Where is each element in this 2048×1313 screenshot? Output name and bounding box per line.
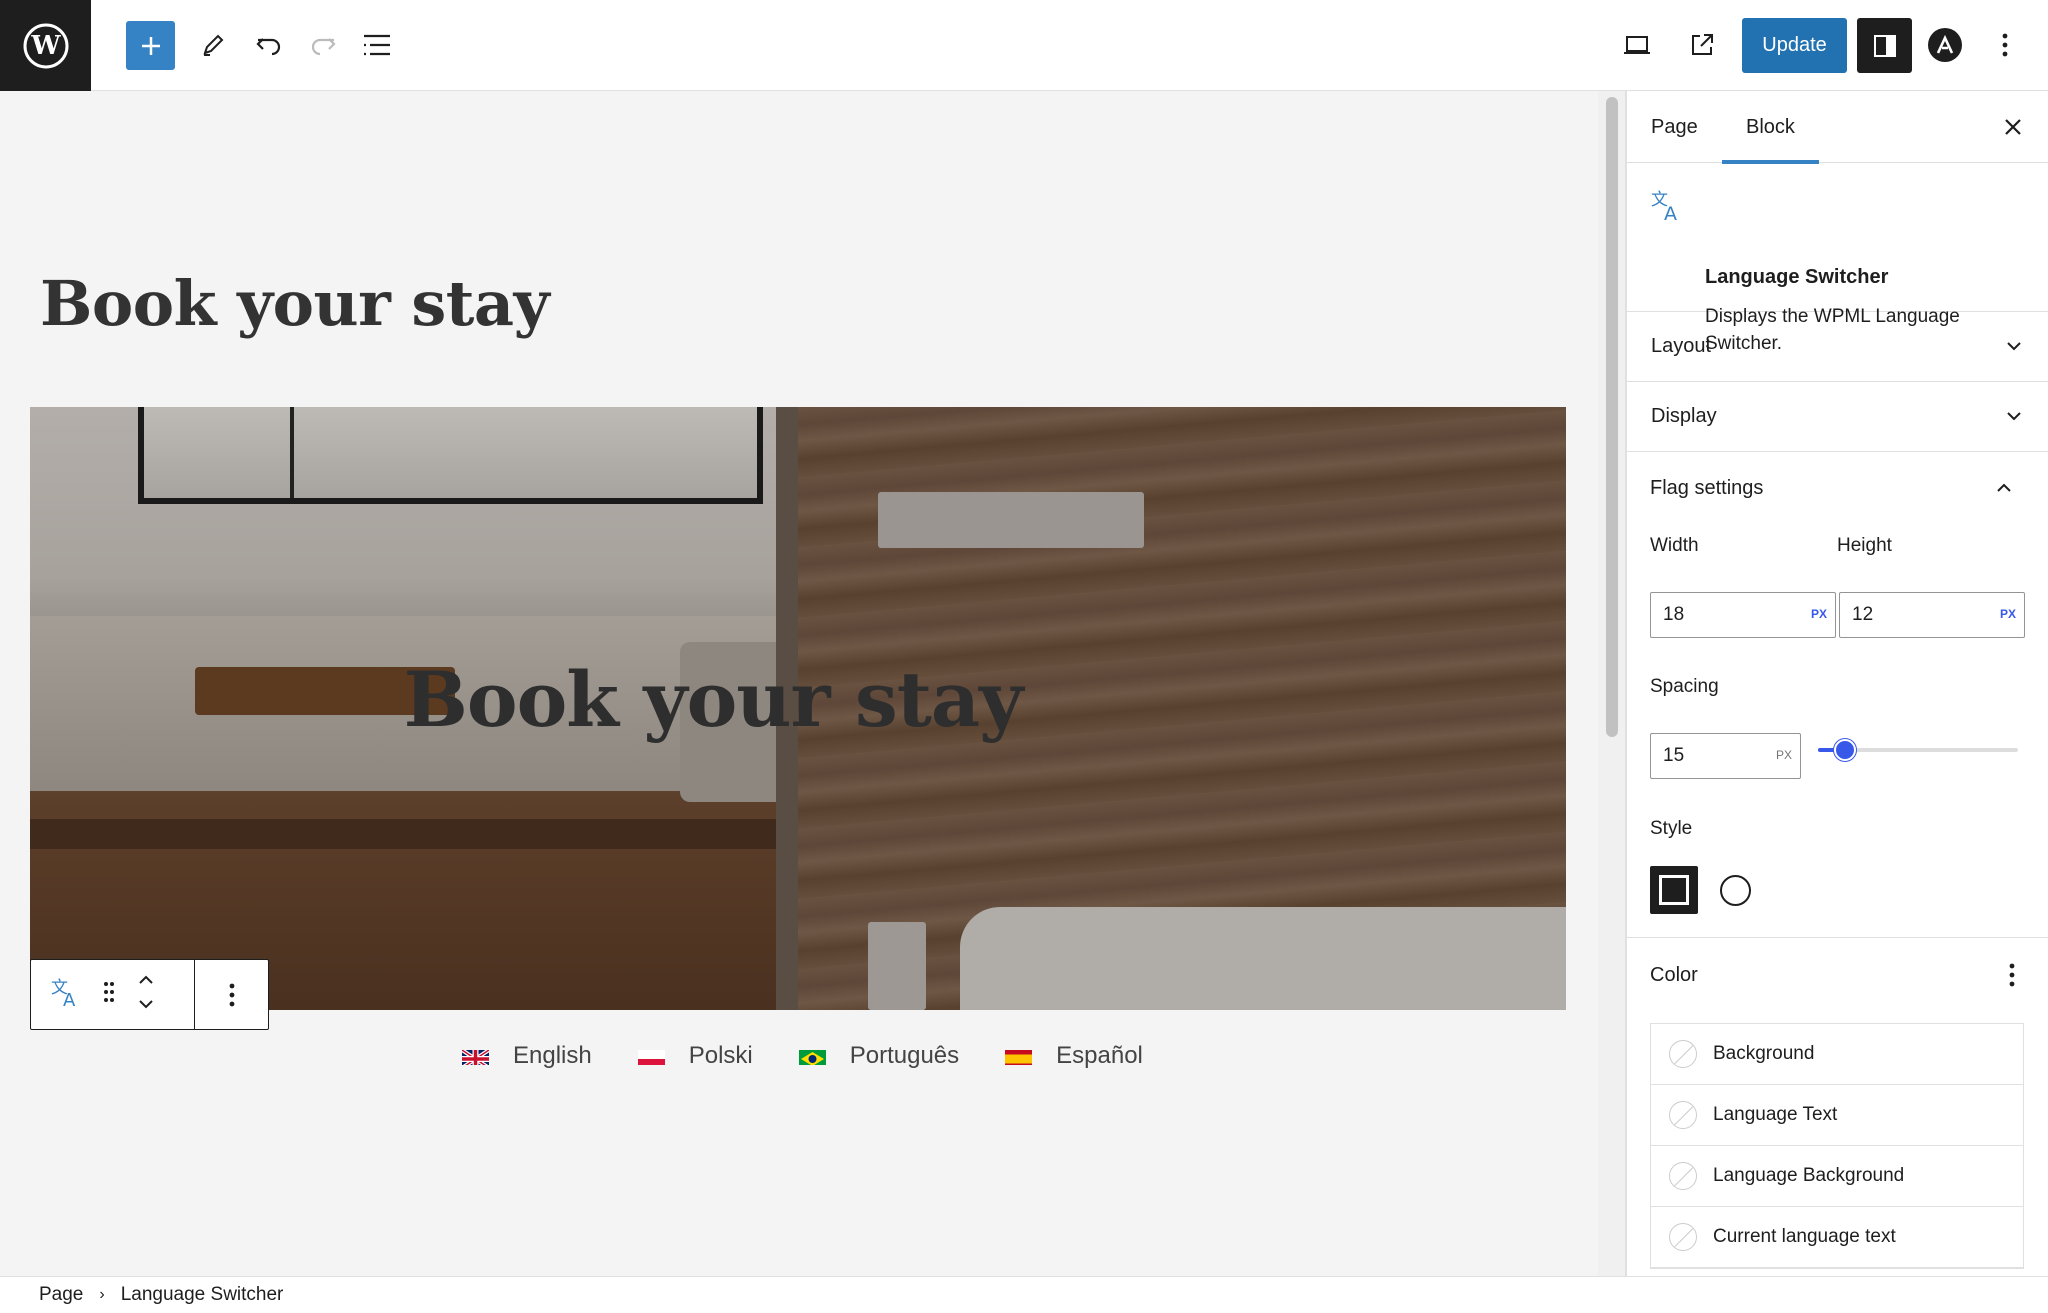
panel-display[interactable]: Display: [1627, 382, 2048, 452]
language-item-polski[interactable]: Polski: [637, 1042, 753, 1070]
page-title[interactable]: Book your stay: [40, 267, 550, 340]
settings-sidebar-toggle-icon[interactable]: [1857, 18, 1912, 73]
svg-text:A: A: [63, 990, 76, 1009]
cover-block[interactable]: Book your stay: [30, 407, 1566, 1010]
block-toolbar: 文A: [30, 959, 269, 1030]
block-card-title: Language Switcher: [1705, 266, 1889, 288]
language-label: English: [513, 1042, 592, 1069]
add-block-button[interactable]: [126, 21, 175, 70]
panel-title: Layout: [1651, 335, 1712, 357]
language-switcher-block[interactable]: English Polski Português Español: [462, 1042, 1189, 1070]
editor-header: W Update: [0, 0, 2048, 91]
editor-canvas: Book your stay Book your stay 文A English…: [0, 91, 1598, 1276]
settings-sidebar: Page Block 文A Language Switcher Displays…: [1626, 91, 2048, 1276]
pl-flag-icon: [637, 1047, 665, 1065]
block-options-icon[interactable]: [195, 960, 268, 1029]
panel-layout[interactable]: Layout: [1627, 312, 2048, 382]
language-item-espanol[interactable]: Español: [1005, 1042, 1143, 1070]
breadcrumb-item-block[interactable]: Language Switcher: [121, 1284, 284, 1306]
tab-page[interactable]: Page: [1651, 91, 1698, 163]
astra-logo-icon[interactable]: [1920, 20, 1970, 70]
canvas-scrollbar-thumb[interactable]: [1606, 97, 1618, 737]
redo-icon[interactable]: [298, 20, 348, 70]
cover-image-lamp: [878, 492, 1144, 548]
chevron-down-icon: [2007, 342, 2021, 351]
canvas-scrollbar[interactable]: [1598, 91, 1626, 1276]
cover-image-pillow: [960, 907, 1566, 1010]
chevron-down-icon: [2007, 412, 2021, 421]
es-flag-icon: [1005, 1047, 1033, 1065]
cover-title[interactable]: Book your stay: [30, 655, 1566, 744]
document-overview-icon[interactable]: [352, 20, 402, 70]
uk-flag-icon: [462, 1047, 489, 1065]
panel-title: Display: [1651, 405, 1717, 427]
sidebar-tabs: Page Block: [1627, 91, 2048, 164]
language-label: Português: [849, 1042, 960, 1069]
language-label: Polski: [688, 1042, 753, 1069]
block-card: 文A Language Switcher Displays the WPML L…: [1627, 163, 2048, 354]
preview-device-icon[interactable]: [1612, 20, 1662, 70]
wordpress-logo-icon[interactable]: W: [0, 0, 91, 91]
move-up-down-icon[interactable]: [137, 972, 155, 1017]
cover-image-mirror: [138, 407, 763, 504]
view-page-external-icon[interactable]: [1677, 20, 1727, 70]
breadcrumb: Page › Language Switcher: [0, 1276, 2048, 1313]
br-flag-icon: [798, 1047, 826, 1065]
language-item-english[interactable]: English: [462, 1042, 592, 1070]
svg-text:W: W: [30, 31, 61, 61]
language-switcher-block-icon: 文A: [1651, 187, 1685, 228]
tab-block[interactable]: Block: [1722, 91, 1819, 164]
drag-handle-icon[interactable]: [103, 981, 115, 1008]
chevron-right-icon: ›: [99, 1286, 105, 1303]
undo-icon[interactable]: [244, 20, 294, 70]
language-label: Español: [1056, 1042, 1143, 1069]
close-sidebar-icon[interactable]: [1995, 109, 2031, 145]
translate-block-icon[interactable]: 文A: [49, 975, 83, 1014]
tools-pencil-icon[interactable]: [188, 20, 238, 70]
breadcrumb-item-page[interactable]: Page: [39, 1284, 83, 1306]
language-item-portugues[interactable]: Português: [798, 1042, 960, 1070]
options-kebab-icon[interactable]: [1980, 20, 2030, 70]
svg-text:A: A: [1664, 203, 1677, 223]
update-button[interactable]: Update: [1742, 18, 1847, 73]
